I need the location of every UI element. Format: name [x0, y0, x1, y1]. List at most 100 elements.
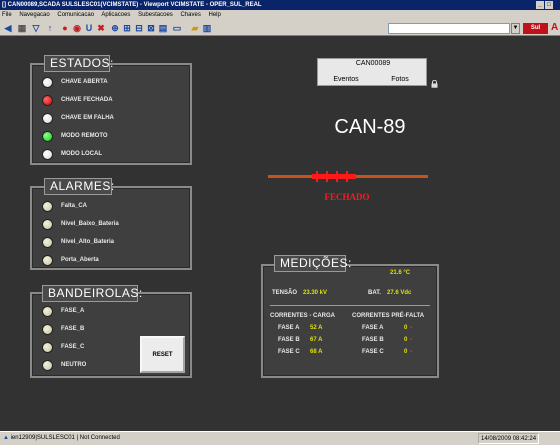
status-led-icon [42, 94, 53, 106]
temperature-value: 21.6 °C [390, 270, 411, 276]
status-item: MODO REMOTO [42, 130, 108, 142]
app-logo-icon: A [551, 22, 559, 33]
prefalta-indicator: ▪ [410, 325, 413, 331]
print-icon[interactable]: ▭ [172, 23, 182, 33]
flag-led-icon [42, 341, 53, 353]
zoom-icon[interactable]: ⊕ [110, 23, 120, 33]
filter-icon[interactable]: ▽ [31, 23, 41, 33]
status-item: CHAVE EM FALHA [42, 112, 114, 124]
alarm-icon[interactable]: ● [60, 23, 70, 33]
connection-status: ▲ ien12909|SULSLESC01 | Not Connected [3, 435, 120, 441]
toolbar: ◀ ▦ ▽ ↑ ● ◉ U ✖ ⊕ ⊞ ⊟ ⊠ ▤ ▭ ▰ ▥ ▼ Sul A [0, 20, 560, 36]
menu-help[interactable]: Help [208, 12, 220, 18]
chevron-down-icon[interactable]: ▼ [511, 23, 520, 34]
chart-icon[interactable]: ▥ [202, 23, 212, 33]
flag-led-icon [42, 305, 53, 317]
back-icon[interactable]: ◀ [3, 23, 13, 33]
flag-item: FASE_B [42, 323, 84, 335]
flag-item: NEUTRO [42, 359, 86, 371]
zoom-in-icon[interactable]: ⊞ [122, 23, 132, 33]
estados-title: ESTADOS: [44, 55, 113, 72]
address-input[interactable] [388, 23, 510, 34]
prefalta-fase-value: 0 [404, 349, 408, 355]
status-item: CHAVE FECHADA [42, 94, 113, 106]
tab-fotos[interactable]: Fotos [373, 73, 427, 86]
switch-contact [326, 171, 328, 182]
flag-item: FASE_A [42, 305, 84, 317]
menu-subestacoes[interactable]: Subestacoes [138, 12, 173, 18]
switch-symbol[interactable] [312, 174, 356, 179]
flag-led-icon [42, 323, 53, 335]
equipment-header: CAN00089 Eventos Fotos [317, 58, 427, 86]
prefalta-indicator: ▪ [410, 349, 413, 355]
switch-state-label: FECHADO [324, 192, 370, 202]
medicoes-panel [261, 264, 439, 378]
prefalta-fase-value: 0 [404, 325, 408, 331]
correntes-prefalta-title: CORRENTES PRÉ-FALTA [352, 313, 425, 319]
maximize-button[interactable]: □ [545, 1, 553, 9]
alarmes-title: ALARMES: [44, 178, 114, 195]
alarm-item: Porta_Aberta [42, 254, 99, 266]
carga-fase-value: 52 A [310, 325, 323, 331]
tab-eventos[interactable]: Eventos [319, 73, 373, 86]
reset-button[interactable]: RESET [140, 336, 185, 373]
switch-contact [316, 171, 318, 182]
up-icon[interactable]: ↑ [45, 23, 55, 33]
equipment-label: CAN-89 [334, 116, 406, 138]
prefalta-fase-label: FASE B [362, 337, 384, 343]
flag-item: FASE_C [42, 341, 84, 353]
alarm-led-icon [42, 200, 53, 212]
zoom-out-icon[interactable]: ⊟ [134, 23, 144, 33]
close-tool-icon[interactable]: ✖ [96, 23, 106, 33]
bat-label: BAT. [368, 290, 381, 296]
switch-contact [346, 171, 348, 182]
menu-aplicacoes[interactable]: Aplicacoes [101, 12, 130, 18]
grid-icon[interactable]: ▤ [158, 23, 168, 33]
menu-navegacao[interactable]: Navegacao [19, 12, 49, 18]
prefalta-fase-value: 0 [404, 337, 408, 343]
menu-file[interactable]: File [2, 12, 12, 18]
bat-value: 27.6 Vdc [387, 290, 412, 296]
medicoes-title: MEDIÇÕES: [274, 255, 351, 272]
carga-fase-value: 67 A [310, 337, 323, 343]
status-bar: ▲ ien12909|SULSLESC01 | Not Connected 14… [0, 431, 560, 445]
prefalta-indicator: ▪ [410, 337, 413, 343]
carga-fase-label: FASE A [278, 325, 300, 331]
menu-bar: File Navegacao Comunicacao Aplicacoes Su… [0, 10, 560, 20]
tensao-value: 23.30 kV [303, 290, 328, 296]
status-item: CHAVE ABERTA [42, 76, 108, 88]
flag-led-icon [42, 359, 53, 371]
minimize-button[interactable]: _ [536, 1, 544, 9]
menu-chaves[interactable]: Chaves [180, 12, 200, 18]
equipment-id: CAN00089 [355, 60, 391, 67]
user-icon[interactable]: U [84, 23, 94, 33]
folder-icon[interactable]: ▰ [190, 23, 200, 33]
correntes-carga-title: CORRENTES - CARGA [270, 313, 336, 319]
status-led-icon [42, 130, 53, 142]
clock: 14/08/2009 08:42:24 [478, 433, 540, 444]
status-led-icon [42, 112, 53, 124]
stop-icon[interactable]: ◉ [72, 23, 82, 33]
menu-comunicacao[interactable]: Comunicacao [57, 12, 94, 18]
app-icon: ▲ [3, 435, 9, 441]
alarm-led-icon [42, 236, 53, 248]
alarm-item: Nivel_Baixo_Bateria [42, 218, 119, 230]
prefalta-fase-label: FASE C [362, 349, 384, 355]
tensao-label: TENSÃO [272, 290, 298, 296]
zoom-fit-icon[interactable]: ⊠ [146, 23, 156, 33]
sul-button[interactable]: Sul [523, 23, 548, 34]
layout-icon[interactable]: ▦ [17, 23, 27, 33]
alarm-item: Nivel_Alto_Bateria [42, 236, 114, 248]
status-led-icon [42, 148, 53, 160]
bandeirolas-title: BANDEIROLAS: [42, 285, 142, 302]
carga-fase-label: FASE B [278, 337, 300, 343]
status-item: MODO LOCAL [42, 148, 102, 160]
status-led-icon [42, 76, 53, 88]
window-title: [] CAN00089,SCADA SULSLESC01(VCIMSTATE) … [0, 0, 560, 10]
alarm-led-icon [42, 218, 53, 230]
switch-contact [336, 171, 338, 182]
alarm-led-icon [42, 254, 53, 266]
alarm-item: Falta_CA [42, 200, 87, 212]
carga-fase-value: 68 A [310, 349, 323, 355]
lock-icon [431, 80, 438, 88]
